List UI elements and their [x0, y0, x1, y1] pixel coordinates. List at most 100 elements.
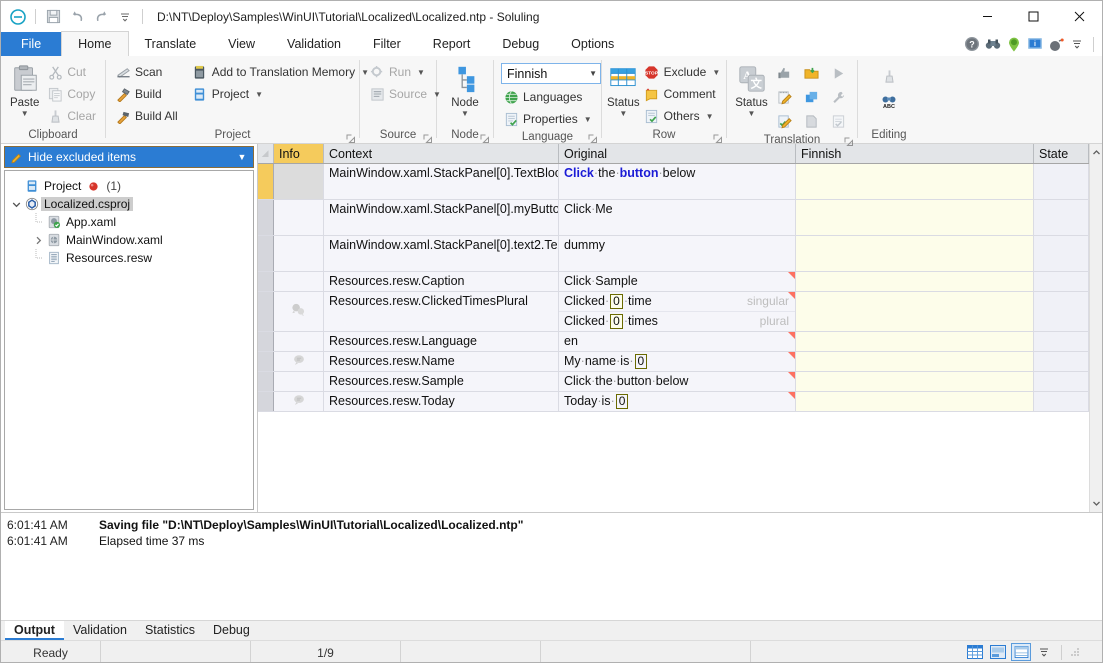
- tab-translate[interactable]: Translate: [129, 32, 213, 56]
- save-icon[interactable]: [42, 6, 64, 28]
- row-status-caret-icon[interactable]: ▼: [619, 110, 627, 118]
- row-state[interactable]: [1034, 372, 1089, 391]
- resize-grip-icon[interactable]: [1069, 646, 1081, 658]
- row-selector[interactable]: [258, 164, 274, 199]
- tab-home[interactable]: Home: [61, 31, 129, 56]
- tree-node-localized-csproj[interactable]: Localized.csproj: [9, 195, 249, 213]
- wrench-icon[interactable]: [831, 89, 847, 105]
- languages-button[interactable]: Languages: [499, 86, 601, 108]
- row-translation[interactable]: [796, 332, 1034, 351]
- table-row[interactable]: MainWindow.xaml.StackPanel[0].TextBlock[…: [258, 164, 1089, 200]
- row-selector[interactable]: [258, 200, 274, 235]
- row-context[interactable]: Resources.resw.Name: [324, 352, 559, 371]
- row-original[interactable]: My·name·is· 0: [559, 352, 796, 371]
- row-translation[interactable]: [796, 236, 1034, 271]
- grid-view-icon[interactable]: [965, 643, 985, 661]
- row-context[interactable]: MainWindow.xaml.StackPanel[0].TextBlock[…: [324, 164, 559, 199]
- tree-node-project[interactable]: Project (1): [9, 177, 249, 195]
- cut-button[interactable]: Cut: [43, 61, 100, 83]
- row-original[interactable]: Click·the·button·below: [559, 372, 796, 391]
- others-button[interactable]: Others ▼: [640, 105, 725, 127]
- grid-header-context[interactable]: Context: [324, 144, 559, 163]
- translation-status-caret-icon[interactable]: ▼: [748, 110, 756, 118]
- row-translation[interactable]: [796, 272, 1034, 291]
- row-context[interactable]: MainWindow.xaml.StackPanel[0].myButton.C…: [324, 200, 559, 235]
- duplicate-icon[interactable]: [804, 89, 820, 105]
- overflow-caret-icon[interactable]: [1068, 36, 1085, 53]
- node-dialog-launcher-icon[interactable]: [480, 133, 489, 143]
- row-translation[interactable]: [796, 372, 1034, 391]
- tab-debug[interactable]: Debug: [486, 32, 555, 56]
- tab-output[interactable]: Output: [5, 621, 64, 640]
- row-translation[interactable]: [796, 292, 1034, 331]
- row-context[interactable]: Resources.resw.Language: [324, 332, 559, 351]
- row-dialog-launcher-icon[interactable]: [713, 133, 722, 143]
- row-context[interactable]: Resources.resw.Caption: [324, 272, 559, 291]
- row-status-button[interactable]: Status ▼: [607, 59, 640, 118]
- node-caret-icon[interactable]: ▼: [461, 110, 469, 118]
- project-tree[interactable]: Project (1) Localized.csproj App.xaml Ma…: [4, 170, 254, 510]
- form-view-icon[interactable]: [1011, 643, 1031, 661]
- blank-note-icon[interactable]: [804, 113, 820, 129]
- thumb-up-icon[interactable]: [777, 65, 793, 81]
- spellcheck-abc-icon[interactable]: ABC: [881, 94, 897, 110]
- row-state[interactable]: [1034, 164, 1089, 199]
- qat-dropdown-icon[interactable]: [114, 6, 136, 28]
- row-selector[interactable]: [258, 272, 274, 291]
- properties-button[interactable]: Properties ▼: [499, 108, 601, 130]
- scroll-up-arrow-icon[interactable]: [1090, 144, 1102, 161]
- exclude-caret-icon[interactable]: ▼: [712, 68, 720, 77]
- exclude-button[interactable]: STOP Exclude ▼: [640, 61, 725, 83]
- tab-options[interactable]: Options: [555, 32, 630, 56]
- row-state[interactable]: [1034, 332, 1089, 351]
- row-translation[interactable]: [796, 392, 1034, 411]
- tree-node-mainwindow-xaml[interactable]: MainWindow.xaml: [9, 231, 249, 249]
- clear-button[interactable]: Clear: [43, 105, 100, 127]
- others-caret-icon[interactable]: ▼: [706, 112, 714, 121]
- copy-button[interactable]: Copy: [43, 83, 100, 105]
- grid-header-selector[interactable]: [258, 144, 274, 163]
- row-original[interactable]: Click·the·button·below: [559, 164, 796, 199]
- table-row[interactable]: MainWindow.xaml.StackPanel[0].text2.Text…: [258, 236, 1089, 272]
- maximize-button[interactable]: [1010, 1, 1056, 32]
- tab-validation-bottom[interactable]: Validation: [64, 621, 136, 640]
- chevron-down-icon[interactable]: ▼: [589, 69, 597, 78]
- project-button[interactable]: Project ▼: [188, 83, 373, 105]
- row-state[interactable]: [1034, 236, 1089, 271]
- run-button[interactable]: Run ▼: [365, 61, 445, 83]
- tab-file[interactable]: File: [1, 32, 62, 56]
- row-original[interactable]: Today·is· 0: [559, 392, 796, 411]
- paste-caret-icon[interactable]: ▼: [21, 110, 29, 118]
- play-icon[interactable]: [831, 65, 847, 81]
- monitor-info-icon[interactable]: i: [1026, 36, 1043, 53]
- translation-grid[interactable]: Info Context Original Finnish State Main…: [258, 144, 1089, 512]
- row-context[interactable]: Resources.resw.ClickedTimesPlural: [324, 292, 559, 331]
- table-row[interactable]: Resources.resw.Sample Click·the·button·b…: [258, 372, 1089, 392]
- row-original[interactable]: dummy: [559, 236, 796, 271]
- tree-expander-collapsed-icon[interactable]: [31, 236, 45, 245]
- split-view-icon[interactable]: [988, 643, 1008, 661]
- comment-button[interactable]: Comment: [640, 83, 725, 105]
- language-dialog-launcher-icon[interactable]: [588, 133, 597, 143]
- redo-icon[interactable]: [90, 6, 112, 28]
- row-translation[interactable]: [796, 164, 1034, 199]
- row-original[interactable]: Clicked· 0 ·time singular Clicked· 0 ·times …: [559, 292, 796, 331]
- node-button[interactable]: Node ▼: [442, 59, 488, 118]
- view-dropdown-icon[interactable]: [1034, 643, 1054, 661]
- grid-header-info[interactable]: Info: [274, 144, 324, 163]
- row-state[interactable]: [1034, 292, 1089, 331]
- row-selector[interactable]: [258, 236, 274, 271]
- close-button[interactable]: [1056, 1, 1102, 32]
- row-original[interactable]: en: [559, 332, 796, 351]
- grid-header-state[interactable]: State: [1034, 144, 1089, 163]
- translation-status-button[interactable]: A文 Status ▼: [732, 59, 771, 118]
- row-context[interactable]: Resources.resw.Sample: [324, 372, 559, 391]
- language-select[interactable]: Finnish ▼: [501, 63, 601, 84]
- scrollbar-track[interactable]: [1090, 161, 1102, 495]
- undo-icon[interactable]: [66, 6, 88, 28]
- app-icon[interactable]: [7, 6, 29, 28]
- minimize-button[interactable]: [964, 1, 1010, 32]
- project-caret-icon[interactable]: ▼: [255, 90, 263, 99]
- scroll-down-arrow-icon[interactable]: [1090, 495, 1102, 512]
- row-state[interactable]: [1034, 200, 1089, 235]
